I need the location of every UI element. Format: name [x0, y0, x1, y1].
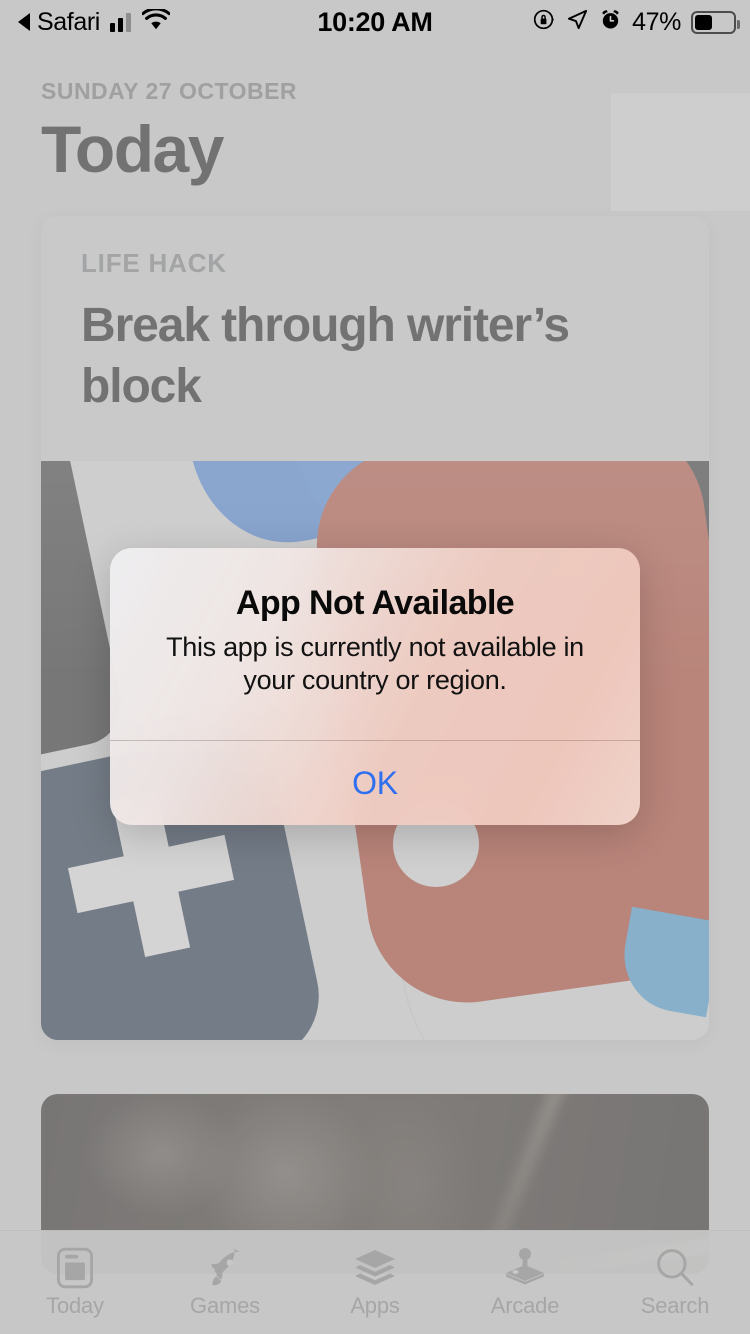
alert-ok-button[interactable]: OK [110, 741, 640, 825]
alarm-clock-icon [599, 8, 622, 36]
alert-ok-label: OK [352, 764, 398, 801]
alert-message: This app is currently not available in y… [166, 632, 584, 695]
alert-content: App Not Available This app is currently … [110, 548, 640, 740]
location-arrow-icon [566, 8, 589, 36]
status-bar-right: 47% [533, 7, 740, 37]
alert-dialog: App Not Available This app is currently … [110, 548, 640, 825]
status-bar: Safari 10:20 AM 47% [0, 0, 750, 44]
alert-title: App Not Available [235, 584, 515, 622]
battery-icon [691, 10, 740, 34]
rotation-lock-icon [533, 8, 556, 36]
battery-percent-label: 47% [632, 7, 681, 36]
app-store-today-screen: Safari 10:20 AM 47% App Not Available Th… [0, 0, 750, 1334]
